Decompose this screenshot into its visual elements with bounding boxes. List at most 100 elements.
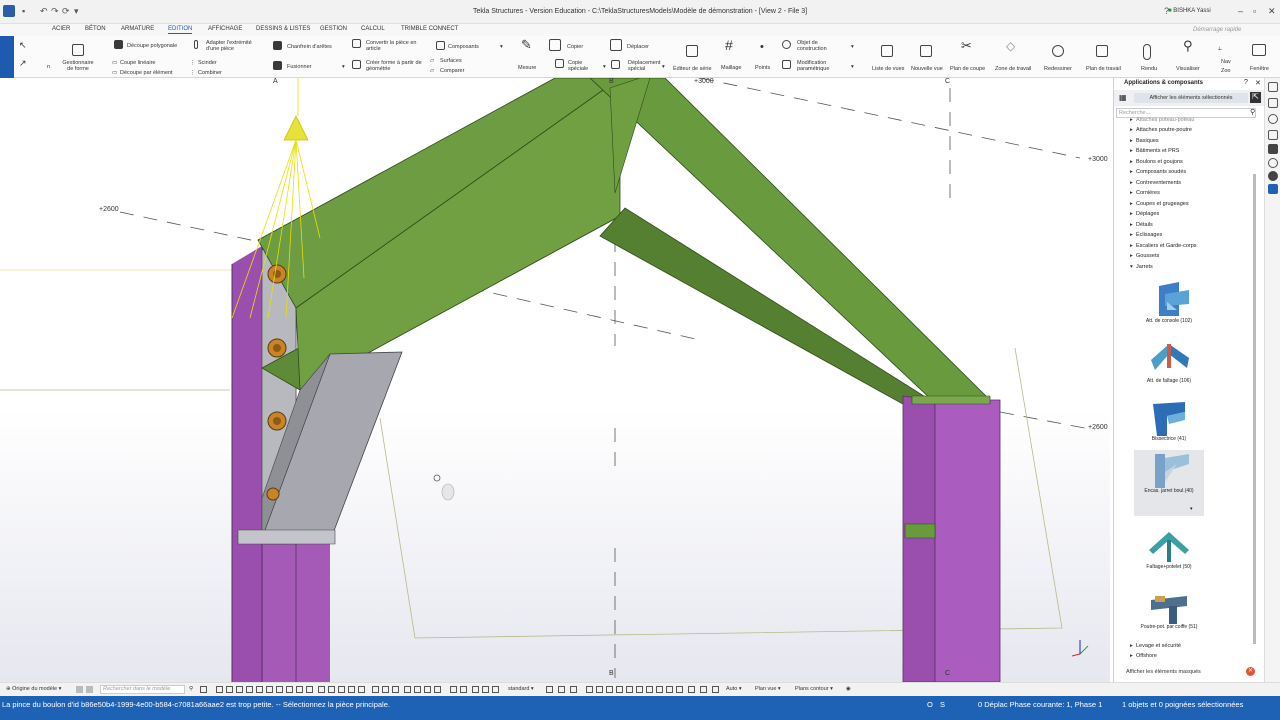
side-properties-icon[interactable] xyxy=(1268,82,1278,92)
snap-tool-icon[interactable] xyxy=(492,686,499,693)
chamfer-icon[interactable] xyxy=(273,41,282,50)
panel-help-icon[interactable]: ? xyxy=(1244,79,1248,86)
snap-tool-icon[interactable] xyxy=(382,686,389,693)
tree-item[interactable]: ▸ Coupes et grugeages xyxy=(1130,201,1189,207)
snap-tool-icon[interactable] xyxy=(392,686,399,693)
move-icon[interactable] xyxy=(610,39,622,51)
components-icon[interactable] xyxy=(436,41,445,50)
construction-object-dropdown-icon[interactable]: ▾ xyxy=(851,44,854,50)
quick-launch-input[interactable]: Démarrage rapide xyxy=(1193,27,1241,33)
select-tool-icon[interactable] xyxy=(296,686,303,693)
snap-tool-icon[interactable] xyxy=(482,686,489,693)
minimize-icon[interactable]: – xyxy=(1238,6,1243,16)
select-tool-icon[interactable] xyxy=(226,686,233,693)
new-view-icon[interactable] xyxy=(920,45,932,57)
plan-view-dropdown[interactable]: Plan vue ▾ xyxy=(755,686,781,692)
snap-tool-icon[interactable] xyxy=(358,686,365,693)
merge-button[interactable]: Fusionner xyxy=(287,64,311,70)
status-ortho[interactable]: O xyxy=(927,700,933,709)
component-att-console[interactable]: Att. de console (102) xyxy=(1134,280,1204,324)
view-tool-icon[interactable] xyxy=(586,686,593,693)
view-list-icon[interactable] xyxy=(881,45,893,57)
search-icon[interactable]: ⚲ xyxy=(189,686,193,692)
shape-manager-icon[interactable] xyxy=(72,44,84,56)
parametric-icon[interactable] xyxy=(782,60,791,69)
points-button[interactable]: Points xyxy=(755,65,770,71)
tab-acier[interactable]: ACIER xyxy=(52,26,70,32)
panel-close-icon[interactable]: ✕ xyxy=(1255,79,1261,87)
work-area-icon[interactable]: ◇ xyxy=(1006,40,1015,52)
fit-part-button[interactable]: Adapter l'extrémité d'une pièce xyxy=(206,40,261,52)
render-button[interactable]: Rendu xyxy=(1141,66,1157,72)
tree-item[interactable]: ▸ Déplages xyxy=(1130,211,1159,217)
tree-item[interactable]: ▸ Boulons et goujons xyxy=(1130,159,1183,165)
tree-item[interactable]: ▸ Escaliers et Garde-corps xyxy=(1130,243,1197,249)
work-plane-icon[interactable] xyxy=(1096,45,1108,57)
tree-item[interactable]: ▸ Éclissages xyxy=(1130,232,1162,238)
move-button[interactable]: Déplacer xyxy=(627,44,649,50)
snap-tool-icon[interactable] xyxy=(414,686,421,693)
parametric-button[interactable]: Modification paramétrique xyxy=(797,60,847,72)
tab-edition[interactable]: EDITION xyxy=(168,26,193,34)
view-tool-icon[interactable] xyxy=(712,686,719,693)
side-web-icon[interactable] xyxy=(1268,114,1278,124)
move-special-button[interactable]: Déplacement spécial xyxy=(628,60,664,72)
left-rafter[interactable] xyxy=(257,78,621,391)
snap-tool-icon[interactable] xyxy=(328,686,335,693)
view-list-button[interactable]: Liste de vues xyxy=(872,66,904,72)
view-tool-icon[interactable] xyxy=(666,686,673,693)
side-components-icon[interactable] xyxy=(1268,184,1278,194)
side-settings-icon[interactable] xyxy=(1268,158,1278,168)
select-tool-icon[interactable] xyxy=(266,686,273,693)
refresh-icon[interactable]: ⟳ xyxy=(62,6,70,17)
convert-button[interactable]: Convertir la pièce en article xyxy=(366,40,426,52)
linear-cut-icon[interactable]: ▭ xyxy=(112,60,117,66)
tree-item[interactable]: ▸ Attaches poteau-poteau xyxy=(1130,117,1194,123)
cut-plane-icon[interactable]: ✂ xyxy=(961,39,972,52)
snap-icon[interactable]: ↗ xyxy=(19,59,27,68)
select-tool-icon[interactable] xyxy=(246,686,253,693)
tab-trimble-connect[interactable]: TRIMBLE CONNECT xyxy=(401,26,458,32)
right-rafter[interactable] xyxy=(589,78,991,409)
right-column[interactable] xyxy=(902,395,1001,682)
model-viewport[interactable]: +2600 +3000 +3000 +2600 B C B C A xyxy=(0,78,1110,682)
window-button[interactable]: Fenêtre xyxy=(1250,66,1269,72)
view-tool-icon[interactable] xyxy=(616,686,623,693)
side-parts-icon[interactable] xyxy=(1268,98,1278,108)
view-tool-icon[interactable] xyxy=(636,686,643,693)
component-bissectrice[interactable]: Bissectrice (41) xyxy=(1134,398,1204,442)
view-tool-icon[interactable] xyxy=(596,686,603,693)
visualize-icon[interactable]: ⚲ xyxy=(1183,39,1193,52)
snap-tool-icon[interactable] xyxy=(372,686,379,693)
select-tool-icon[interactable] xyxy=(236,686,243,693)
fly-icon[interactable]: ⟂ xyxy=(1218,46,1222,52)
select-arrow-icon[interactable]: ↖ xyxy=(19,41,27,50)
linear-cut-button[interactable]: Coupe linéaire xyxy=(120,60,155,66)
model-3d-view[interactable] xyxy=(0,78,1110,682)
save-icon[interactable]: ▪ xyxy=(22,6,25,16)
component-expand-icon[interactable]: ▾ xyxy=(1190,506,1193,512)
window-icon[interactable] xyxy=(1252,44,1266,56)
fit-part-icon[interactable] xyxy=(194,40,198,49)
tree-item-jarrets[interactable]: ▾ Jarrets xyxy=(1130,264,1153,270)
combine-icon[interactable]: ⋮ xyxy=(190,70,196,76)
new-view-button[interactable]: Nouvelle vue xyxy=(911,66,943,72)
tree-item[interactable]: ▸ Composants soudés xyxy=(1130,169,1186,175)
create-shape-button[interactable]: Créer forme à partir de géométrie xyxy=(366,60,426,72)
pin-icon[interactable]: ⇱ xyxy=(1250,92,1261,103)
tool-icon[interactable] xyxy=(200,686,207,693)
tree-item[interactable]: ▸ Cornières xyxy=(1130,190,1160,196)
copy-special-icon[interactable] xyxy=(555,59,564,68)
snap-tool-icon[interactable] xyxy=(450,686,457,693)
tree-item[interactable]: ▸ Contreventements xyxy=(1130,180,1181,186)
plane-dropdown[interactable]: standard ▾ xyxy=(508,686,534,692)
clear-icon[interactable]: ✕ xyxy=(1246,667,1255,676)
show-selected-button[interactable]: Afficher les éléments sélectionnés xyxy=(1134,93,1248,103)
polygon-cut-button[interactable]: Découpe polygonale xyxy=(127,43,177,49)
work-area-button[interactable]: Zone de travail xyxy=(995,66,1031,72)
plane-tool-icon[interactable] xyxy=(546,686,553,693)
split-icon[interactable]: ⋮ xyxy=(190,60,196,66)
combine-button[interactable]: Combiner xyxy=(198,70,222,76)
tree-item[interactable]: ▸ Goussets xyxy=(1130,253,1159,259)
view-tool-icon[interactable] xyxy=(606,686,613,693)
